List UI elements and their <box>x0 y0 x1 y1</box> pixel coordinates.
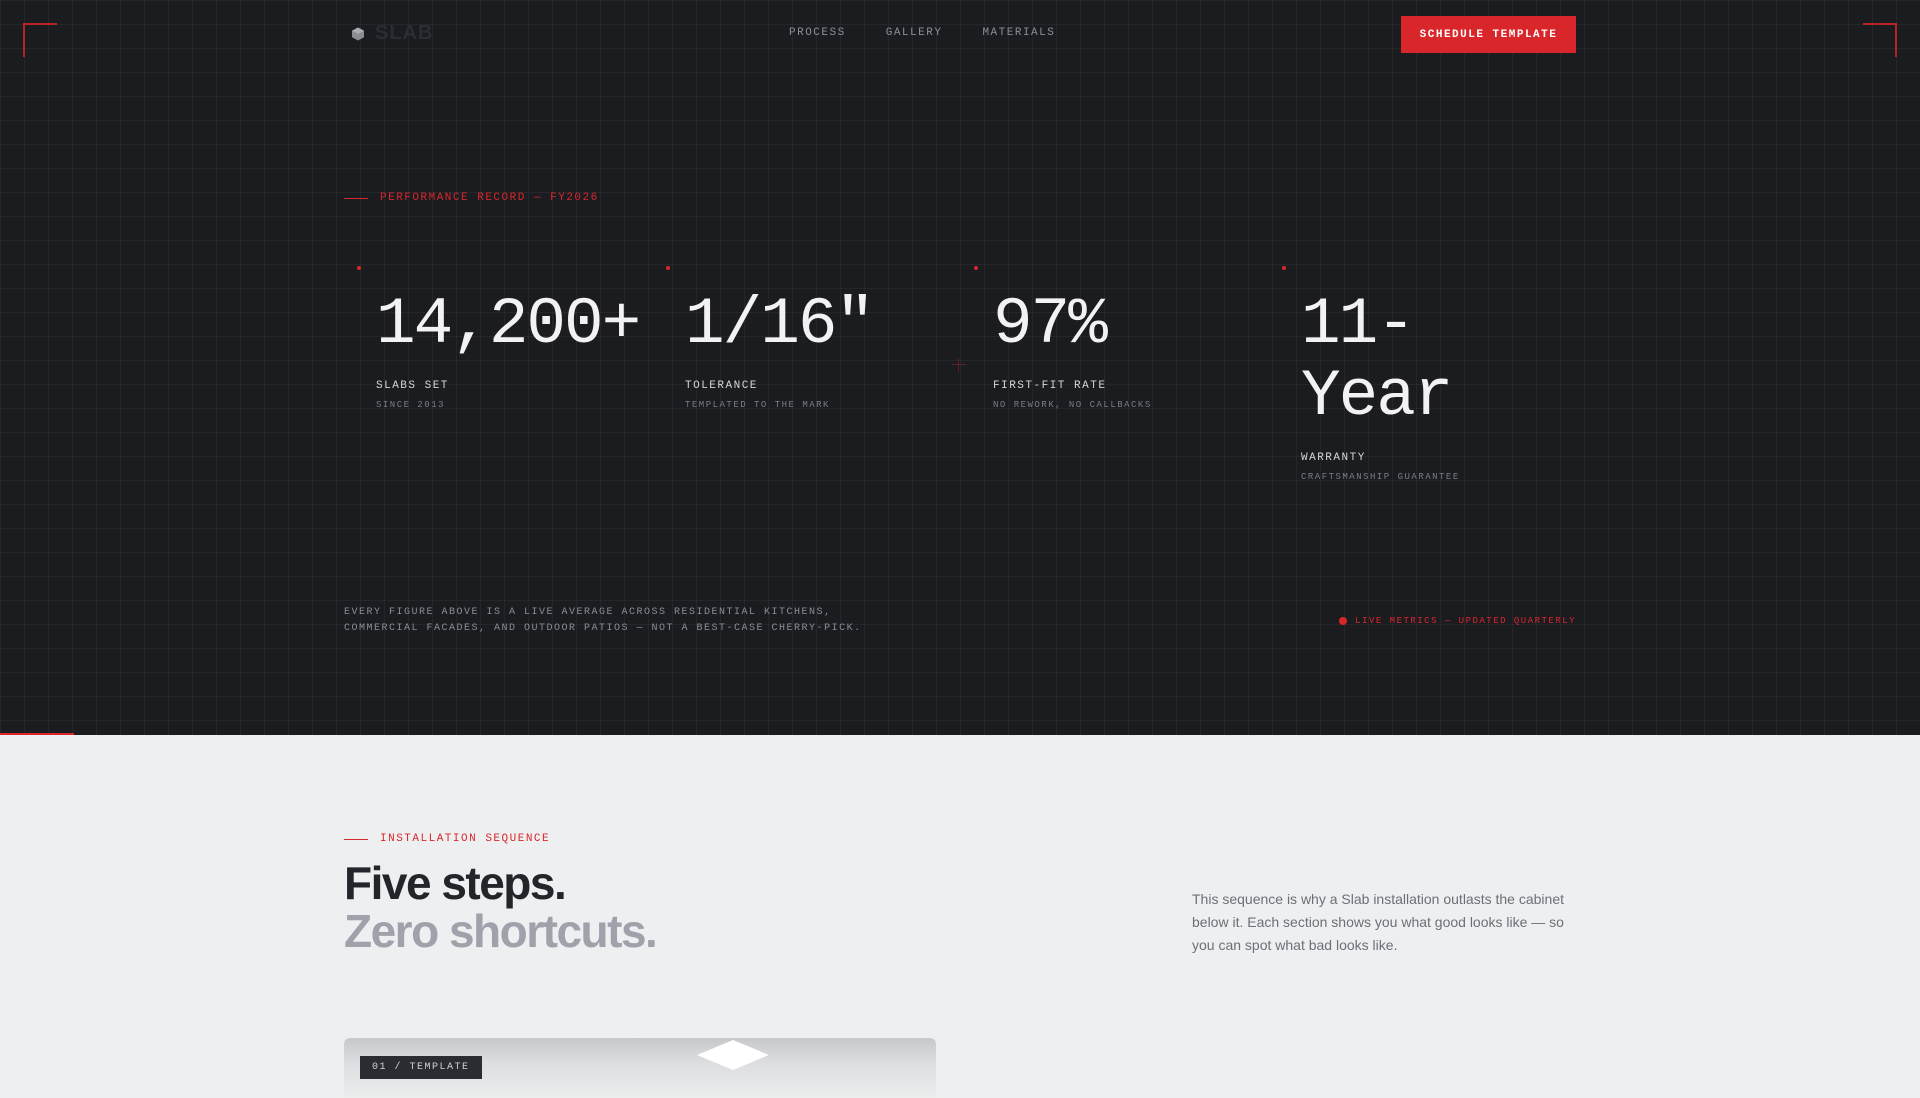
stat-sub: TEMPLATED TO THE MARK <box>685 400 830 410</box>
eyebrow-line <box>344 197 368 199</box>
installation-section: INSTALLATION SEQUENCE Five steps. Zero s… <box>0 735 1920 1098</box>
nav-item-gallery[interactable]: GALLERY <box>886 27 943 39</box>
stat-label: FIRST-FIT RATE <box>993 380 1107 392</box>
section-eyebrow: INSTALLATION SEQUENCE <box>344 833 550 845</box>
section-eyebrow-text: INSTALLATION SEQUENCE <box>380 833 551 845</box>
hero-eyebrow-text: PERFORMANCE RECORD — FY2026 <box>380 192 599 204</box>
stat-value: 1/16" <box>685 287 875 362</box>
nav-item-process[interactable]: PROCESS <box>789 27 846 39</box>
ceiling-light-image <box>697 1040 769 1070</box>
headline-primary: Five steps. <box>344 857 567 909</box>
corner-bracket-top-right <box>1863 23 1897 57</box>
hero-section: SLAB PROCESS GALLERY MATERIALS SCHEDULE … <box>0 0 1920 735</box>
hexagon-logo-icon <box>352 27 364 40</box>
stat-value: 14,200+ <box>376 287 641 362</box>
stat-label: SLABS SET <box>376 380 449 392</box>
step-card-template[interactable]: 01 / TEMPLATE <box>344 1038 936 1098</box>
stat-marker-dot <box>974 266 978 270</box>
eyebrow-line <box>344 838 368 840</box>
section-intro: This sequence is why a Slab installation… <box>1192 891 1564 953</box>
stat-label: WARRANTY <box>1301 452 1366 464</box>
brand-name: SLAB <box>375 22 434 44</box>
stat-sub: NO REWORK, NO CALLBACKS <box>993 400 1152 410</box>
crosshair-icon <box>952 358 966 372</box>
main-nav: PROCESS GALLERY MATERIALS <box>789 27 1055 39</box>
stat-marker-dot <box>666 266 670 270</box>
headline-secondary: Zero shortcuts. <box>344 905 658 957</box>
stat-value: 97% <box>993 287 1108 362</box>
stat-marker-dot <box>1282 266 1286 270</box>
brand-logo[interactable]: SLAB <box>351 22 433 45</box>
live-dot-icon <box>1339 617 1348 625</box>
stat-sub: CRAFTSMANSHIP GUARANTEE <box>1301 472 1460 482</box>
schedule-template-button[interactable]: SCHEDULE TEMPLATE <box>1401 16 1576 53</box>
stat-marker-dot <box>357 266 361 270</box>
section-headline: Five steps. Zero shortcuts. <box>344 857 658 957</box>
hero-eyebrow: PERFORMANCE RECORD — FY2026 <box>344 192 599 204</box>
hero-footnote: EVERY FIGURE ABOVE IS A LIVE AVERAGE ACR… <box>344 607 862 634</box>
stat-label: TOLERANCE <box>685 380 758 392</box>
live-metrics-label: LIVE METRICS — UPDATED QUARTERLY <box>1355 616 1576 626</box>
stat-value: 11-Year <box>1301 287 1453 434</box>
stat-sub: SINCE 2013 <box>376 400 446 410</box>
live-metrics-indicator: LIVE METRICS — UPDATED QUARTERLY <box>1339 616 1576 626</box>
step-tag: 01 / TEMPLATE <box>360 1056 482 1079</box>
corner-bracket-top-left <box>23 23 57 57</box>
nav-item-materials[interactable]: MATERIALS <box>982 27 1055 39</box>
